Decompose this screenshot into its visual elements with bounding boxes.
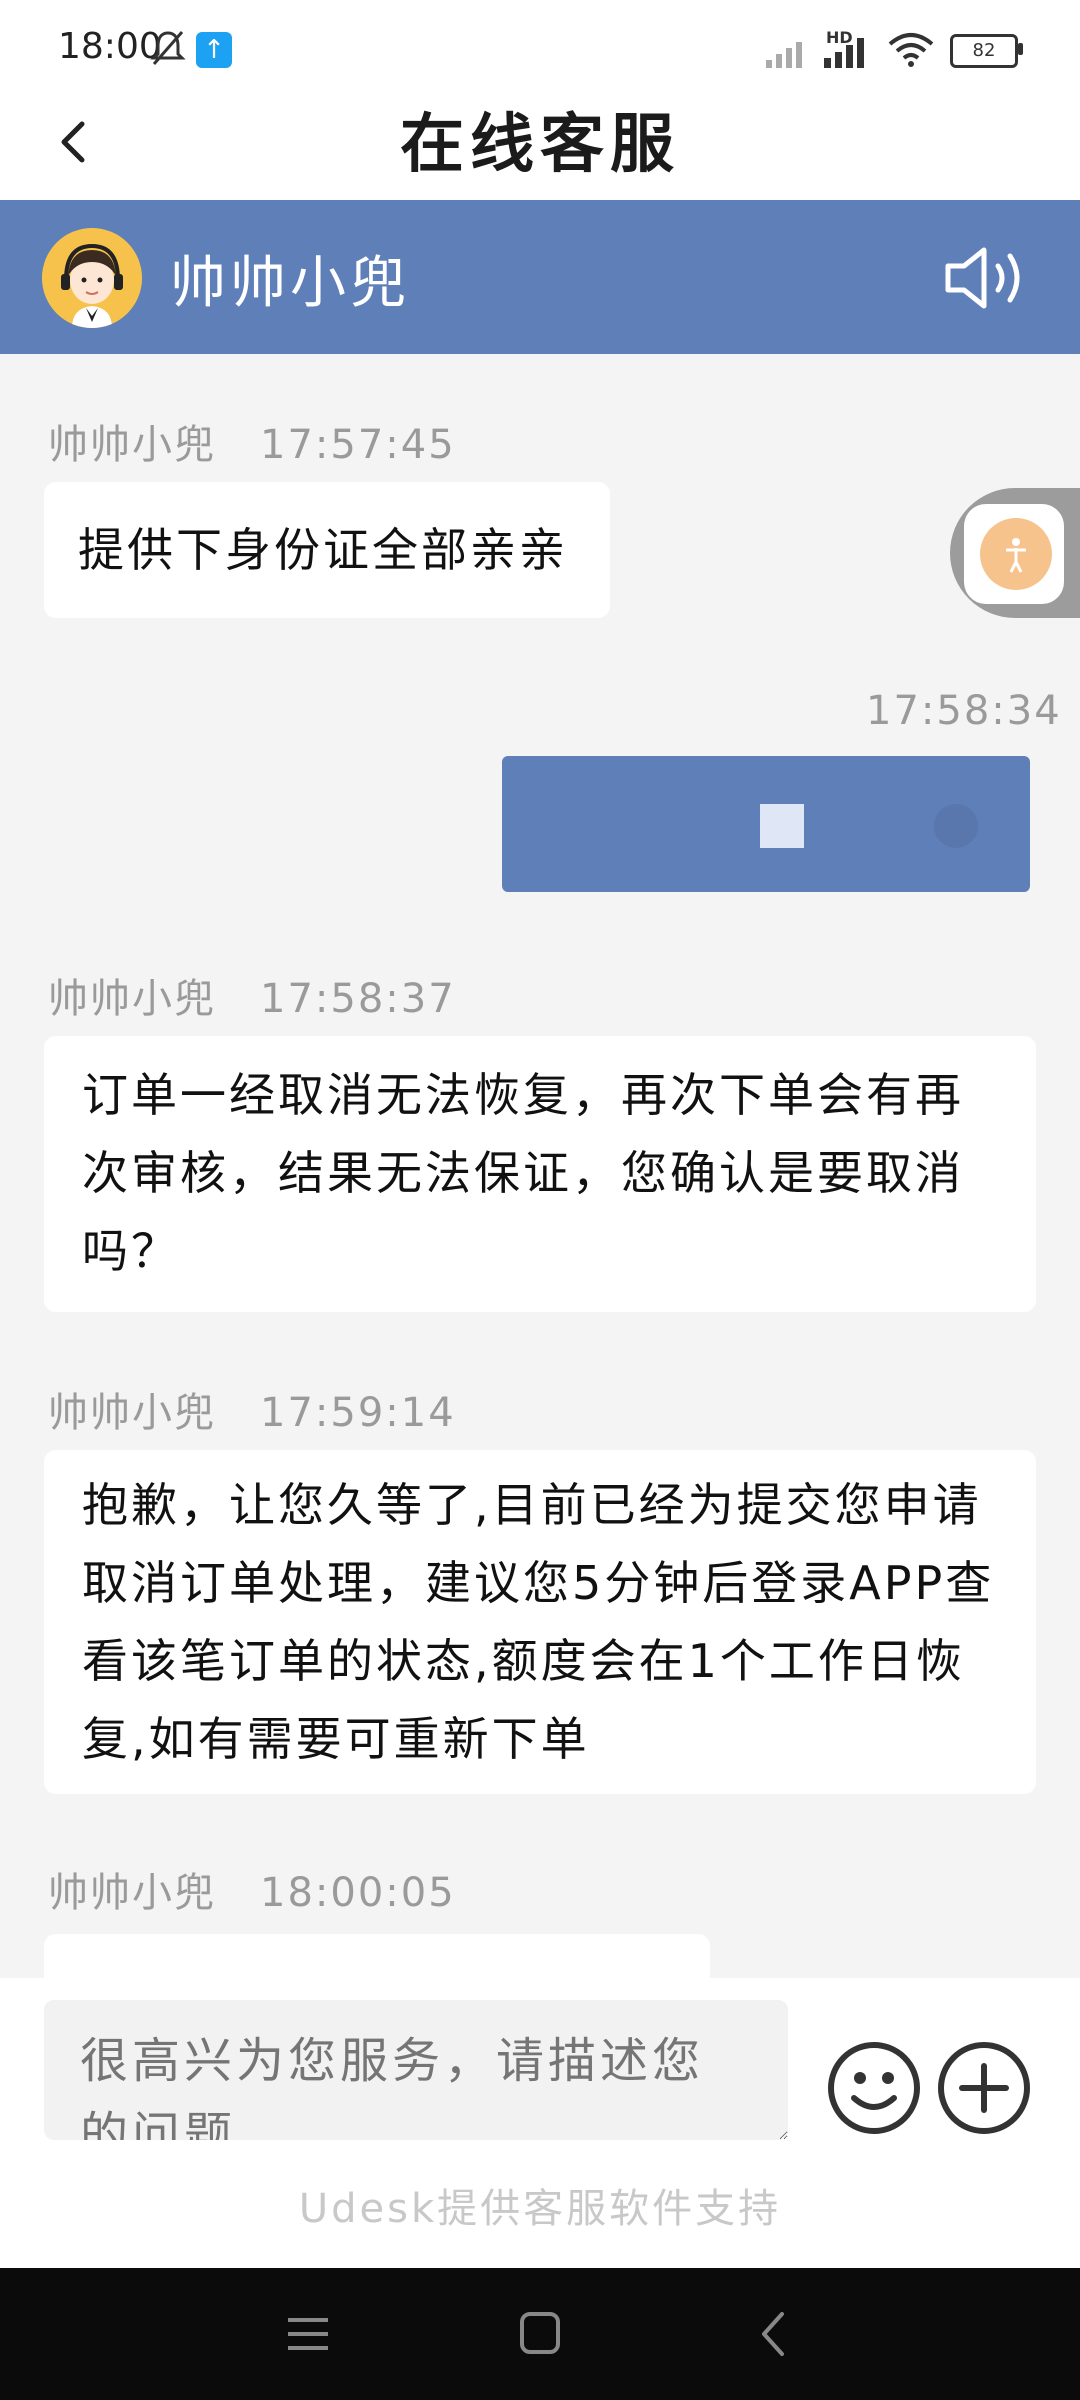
message-time: 17:58:34 (866, 688, 1062, 734)
message-sender: 帅帅小兜 (48, 1390, 216, 1436)
back-nav-button[interactable] (744, 2306, 804, 2362)
message-text-line: 取消订单处理，建议您5分钟后登录APP查 (82, 1556, 995, 1610)
signal-weak-icon (764, 34, 814, 74)
home-nav-button[interactable] (510, 2306, 570, 2362)
message-time: 17:58:37 (260, 976, 456, 1022)
user-message-bubble (502, 756, 1030, 892)
accessibility-icon[interactable] (980, 518, 1052, 590)
message-sender: 帅帅小兜 (48, 1870, 216, 1916)
agent-message-bubble: 订单一经取消无法恢复，再次下单会有再 次审核，结果无法保证，您确认是要取消 吗？ (44, 1036, 1036, 1312)
message-text: 提供下身份证全部亲亲 (78, 523, 568, 577)
message-text-line: 次审核，结果无法保证，您确认是要取消 (82, 1146, 964, 1200)
message-sender: 帅帅小兜 (48, 976, 216, 1022)
message-input[interactable] (44, 2000, 788, 2140)
emoji-button[interactable] (826, 2040, 922, 2136)
message-status-icon (934, 804, 978, 848)
smiley-icon (828, 2042, 920, 2134)
message-text-line: 抱歉，让您久等了,目前已经为提交您申请 (82, 1478, 982, 1532)
message-time: 17:57:45 (260, 422, 456, 468)
message-sender: 帅帅小兜 (48, 422, 216, 468)
home-square-icon (520, 2312, 560, 2354)
speaker-icon (945, 247, 1020, 309)
agent-name: 帅帅小兜 (170, 251, 410, 316)
back-triangle-icon (762, 2312, 784, 2356)
wifi-icon (886, 30, 936, 74)
bell-muted-icon (148, 28, 188, 72)
powered-by-footer: Udesk提供客服软件支持 (298, 2186, 782, 2232)
status-time: 18:00 (58, 26, 162, 67)
chevron-left-icon (61, 121, 85, 163)
message-text-line: 看该笔订单的状态,额度会在1个工作日恢 (82, 1634, 965, 1688)
menu-nav-button[interactable] (278, 2306, 338, 2362)
message-attachment-icon (760, 804, 804, 848)
agent-avatar (42, 228, 142, 328)
battery-indicator: 82 (950, 34, 1018, 68)
message-meta: 帅帅小兜 17:57:45 (48, 412, 456, 470)
message-meta: 帅帅小兜 17:58:37 (48, 966, 456, 1024)
menu-icon (288, 2318, 328, 2350)
page-title: 在线客服 (400, 108, 680, 182)
message-text-line: 订单一经取消无法恢复，再次下单会有再 (82, 1068, 964, 1122)
plus-circle-icon (938, 2042, 1030, 2134)
more-options-button[interactable] (936, 2040, 1032, 2136)
headset-agent-avatar (42, 228, 142, 328)
message-time: 18:00:05 (260, 1870, 456, 1916)
agent-message-bubble: 提供下身份证全部亲亲 (44, 482, 610, 618)
battery-tip (1018, 43, 1023, 55)
message-time: 17:59:14 (260, 1390, 456, 1436)
signal-full-icon (822, 34, 874, 74)
agent-header (0, 200, 1080, 354)
message-meta: 帅帅小兜 18:00:05 (48, 1860, 456, 1918)
upload-notification-icon: ↑ (196, 32, 232, 68)
message-meta: 帅帅小兜 17:59:14 (48, 1380, 456, 1438)
message-text-line: 吗？ (82, 1224, 180, 1278)
agent-message-bubble: 抱歉，让您久等了,目前已经为提交您申请 取消订单处理，建议您5分钟后登录APP查… (44, 1450, 1036, 1794)
speaker-button[interactable] (940, 238, 1040, 318)
message-text-line: 复,如有需要可重新下单 (82, 1712, 590, 1766)
agent-message-bubble (44, 1934, 710, 1978)
back-button[interactable] (46, 112, 106, 172)
